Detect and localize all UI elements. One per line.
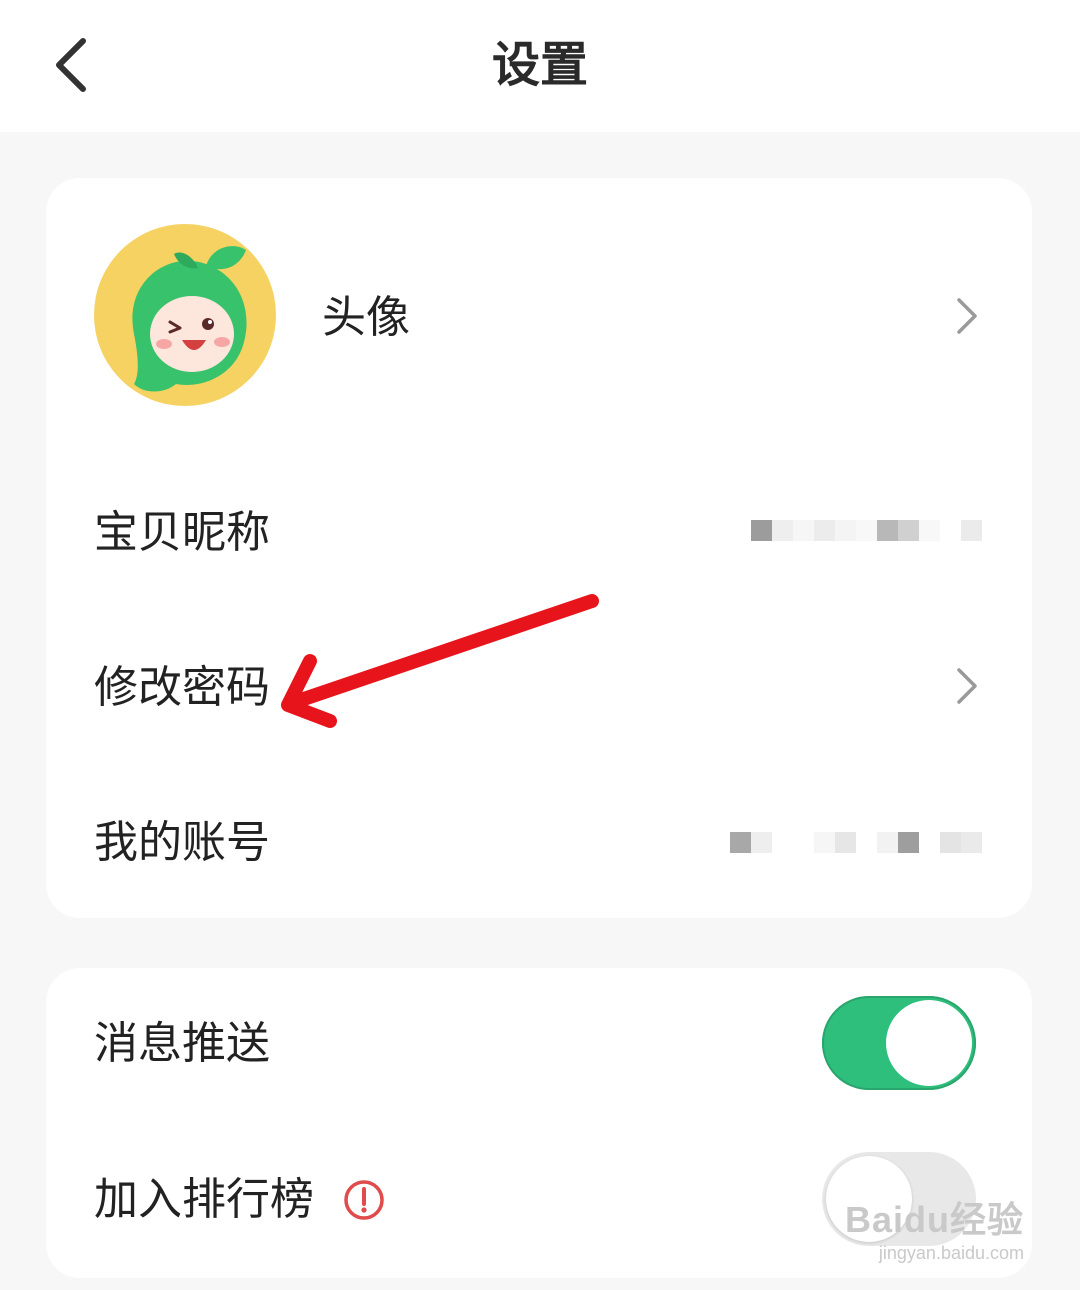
change-password-row[interactable]: 修改密码 — [46, 608, 1032, 768]
my-account-row[interactable]: 我的账号 — [46, 768, 1032, 918]
watermark-url: jingyan.baidu.com — [878, 1243, 1024, 1263]
toggle-knob — [886, 1000, 972, 1086]
avatar-row[interactable]: 头像 — [46, 178, 1032, 458]
page-title: 设置 — [491, 37, 588, 93]
mascot-avatar — [94, 224, 276, 406]
push-row: 消息推送 — [46, 968, 1032, 1118]
watermark-logo: Baidu经验 — [844, 1199, 1024, 1240]
chevron-right-icon — [952, 294, 982, 338]
nickname-value-masked — [751, 520, 982, 560]
account-value-masked — [730, 832, 982, 872]
leaderboard-label: 加入排行榜 — [94, 1174, 314, 1225]
profile-card: 头像 宝贝昵称 修改密码 我的账号 — [46, 178, 1032, 918]
chevron-right-icon — [952, 664, 982, 708]
top-bar: 设置 — [0, 0, 1080, 132]
avatar-label: 头像 — [322, 292, 410, 343]
push-toggle[interactable] — [822, 996, 976, 1090]
nickname-row[interactable]: 宝贝昵称 — [46, 458, 1032, 608]
my-account-label: 我的账号 — [94, 817, 270, 868]
nickname-label: 宝贝昵称 — [94, 507, 270, 558]
exclamation-circle-icon[interactable] — [342, 1178, 386, 1222]
push-label: 消息推送 — [94, 1018, 270, 1069]
watermark: Baidu经验 jingyan.baidu.com — [845, 1191, 1024, 1264]
change-password-label: 修改密码 — [94, 662, 270, 713]
